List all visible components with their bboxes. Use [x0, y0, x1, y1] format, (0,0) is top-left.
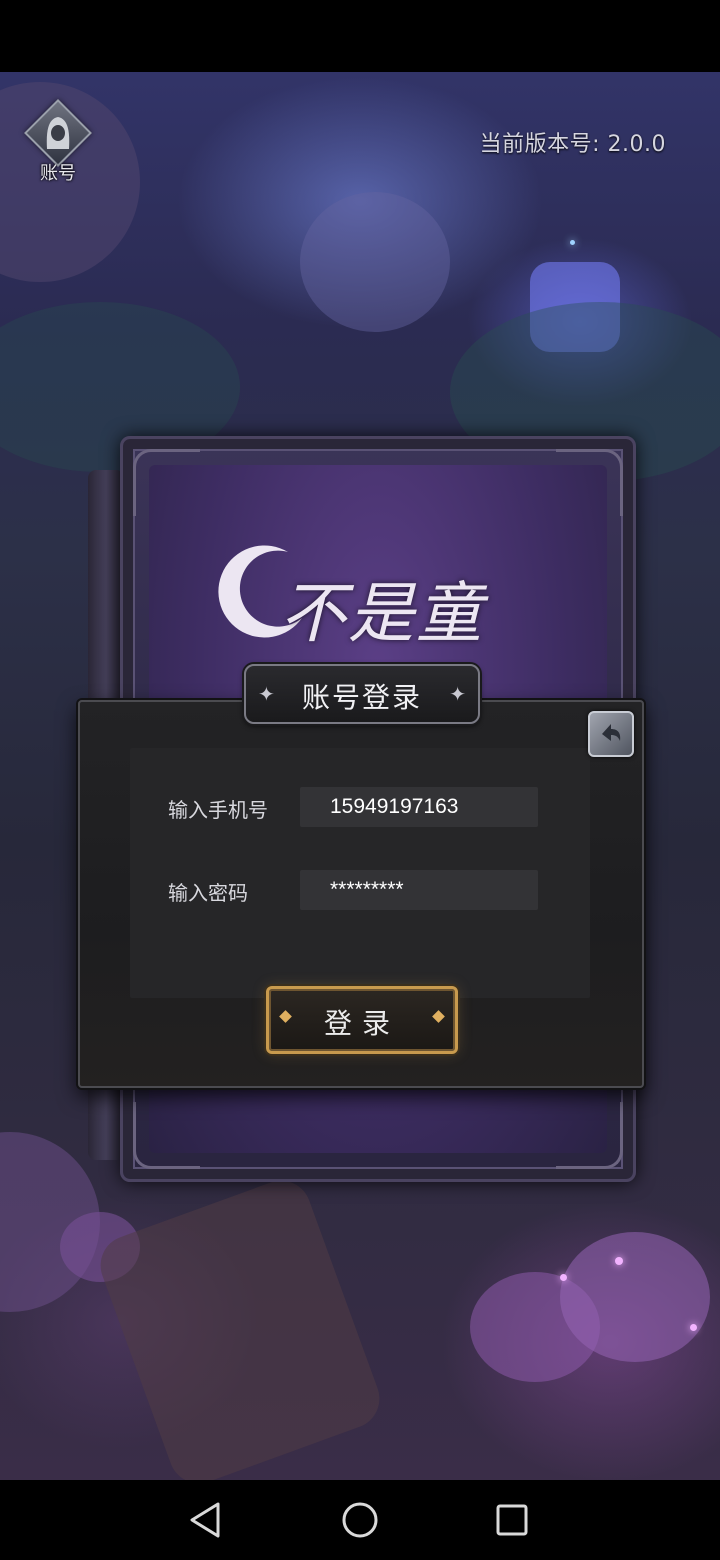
nav-home-button[interactable] [338, 1498, 382, 1542]
panel-title-text: 账号登录 [301, 681, 422, 714]
navigation-bar [0, 1480, 720, 1560]
corner-ornament [556, 449, 623, 516]
version-text: 当前版本号: 2.0.0 [479, 132, 666, 157]
circle-home-icon [342, 1502, 378, 1538]
corner-ornament [133, 449, 200, 516]
password-input[interactable] [300, 870, 538, 910]
password-label: 输入密码 [168, 881, 248, 905]
corner-ornament [133, 1102, 200, 1169]
square-recents-icon [496, 1504, 528, 1536]
ornament-star-icon: ✦ [449, 682, 466, 706]
account-button[interactable]: 账号 [20, 99, 96, 185]
diamond-ornament-icon [432, 1010, 445, 1023]
login-button-label: 登录 [323, 1007, 400, 1040]
hooded-figure-icon [46, 117, 70, 149]
phone-label: 输入手机号 [168, 798, 268, 822]
nav-back-button[interactable] [184, 1498, 228, 1542]
ornament-star-icon: ✦ [258, 682, 275, 706]
account-label: 账号 [40, 163, 76, 184]
diamond-ornament-icon [279, 1010, 292, 1023]
corner-ornament [556, 1102, 623, 1169]
nav-recents-button[interactable] [490, 1498, 534, 1542]
return-arrow-icon [602, 724, 621, 741]
login-panel-title: ✦ 账号登录 ✦ [244, 664, 480, 724]
status-bar [0, 0, 720, 72]
phone-input[interactable] [300, 787, 538, 827]
game-logo: 不是童话 [210, 540, 530, 748]
login-button[interactable]: 登录 [266, 986, 458, 1054]
triangle-back-icon [190, 1502, 220, 1538]
close-button[interactable] [588, 711, 634, 757]
